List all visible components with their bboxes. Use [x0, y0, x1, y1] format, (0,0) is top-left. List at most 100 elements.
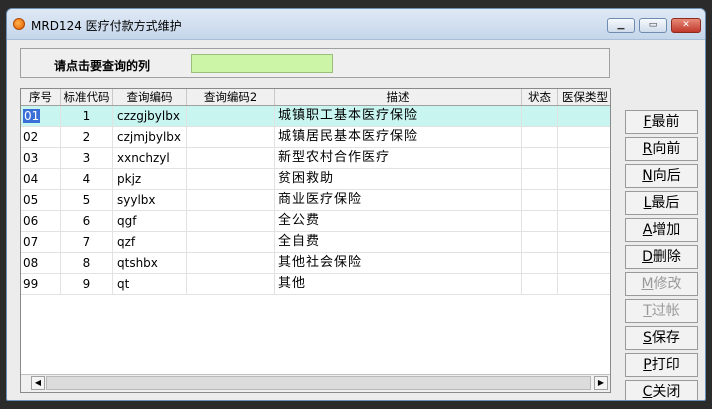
cell-query-code2[interactable]: [187, 190, 275, 210]
cell-std-code[interactable]: 2: [61, 127, 113, 147]
cell-query-code[interactable]: qzf: [113, 232, 187, 252]
cell-description[interactable]: 其他: [275, 274, 522, 294]
maximize-button[interactable]: ▭: [639, 18, 667, 33]
cell-description[interactable]: 其他社会保险: [275, 253, 522, 273]
cell-query-code[interactable]: czjmjbylbx: [113, 127, 187, 147]
cell-query-code[interactable]: qt: [113, 274, 187, 294]
cell-query-code[interactable]: qgf: [113, 211, 187, 231]
next-button[interactable]: N向后: [625, 164, 698, 188]
cell-seq[interactable]: 03: [21, 148, 61, 168]
add-button[interactable]: A增加: [625, 218, 698, 242]
cell-insurance-type[interactable]: [558, 274, 610, 294]
cell-status[interactable]: [522, 148, 558, 168]
cell-status[interactable]: [522, 232, 558, 252]
cell-seq[interactable]: 99: [21, 274, 61, 294]
save-button[interactable]: S保存: [625, 326, 698, 350]
delete-button[interactable]: D删除: [625, 245, 698, 269]
table-row[interactable]: 07 7 qzf 全自费: [21, 232, 610, 253]
cell-std-code[interactable]: 1: [61, 106, 113, 126]
cell-query-code2[interactable]: [187, 106, 275, 126]
print-button[interactable]: P打印: [625, 353, 698, 377]
table-row[interactable]: 99 9 qt 其他: [21, 274, 610, 295]
cell-query-code2[interactable]: [187, 211, 275, 231]
cell-status[interactable]: [522, 211, 558, 231]
cell-std-code[interactable]: 6: [61, 211, 113, 231]
table-row[interactable]: 01 1 czzgjbylbx 城镇职工基本医疗保险: [21, 106, 610, 127]
cell-query-code2[interactable]: [187, 169, 275, 189]
column-header-query-code2[interactable]: 查询编码2: [187, 89, 275, 105]
minimize-button[interactable]: ▁: [607, 18, 635, 33]
column-header-query-code[interactable]: 查询编码: [113, 89, 187, 105]
cell-std-code[interactable]: 9: [61, 274, 113, 294]
cell-status[interactable]: [522, 106, 558, 126]
table-row[interactable]: 02 2 czjmjbylbx 城镇居民基本医疗保险: [21, 127, 610, 148]
cell-std-code[interactable]: 4: [61, 169, 113, 189]
cell-description[interactable]: 城镇职工基本医疗保险: [275, 106, 522, 126]
scroll-thumb[interactable]: [46, 376, 591, 390]
column-header-seq[interactable]: 序号: [21, 89, 61, 105]
cell-status[interactable]: [522, 274, 558, 294]
cell-query-code2[interactable]: [187, 253, 275, 273]
modify-button[interactable]: M修改: [625, 272, 698, 296]
cell-query-code2[interactable]: [187, 127, 275, 147]
cell-insurance-type[interactable]: [558, 148, 610, 168]
table-row[interactable]: 08 8 qtshbx 其他社会保险: [21, 253, 610, 274]
cell-description[interactable]: 城镇居民基本医疗保险: [275, 127, 522, 147]
cell-std-code[interactable]: 8: [61, 253, 113, 273]
cell-query-code2[interactable]: [187, 274, 275, 294]
cell-insurance-type[interactable]: [558, 211, 610, 231]
data-grid[interactable]: 序号 标准代码 查询编码 查询编码2 描述 状态 医保类型 01 1 czzgjby…: [20, 88, 611, 393]
cell-status[interactable]: [522, 169, 558, 189]
cell-std-code[interactable]: 5: [61, 190, 113, 210]
cell-std-code[interactable]: 7: [61, 232, 113, 252]
post-button[interactable]: T过帐: [625, 299, 698, 323]
table-row[interactable]: 04 4 pkjz 贫困救助: [21, 169, 610, 190]
cell-query-code[interactable]: pkjz: [113, 169, 187, 189]
column-header-description[interactable]: 描述: [275, 89, 522, 105]
last-button[interactable]: L最后: [625, 191, 698, 215]
cell-query-code[interactable]: qtshbx: [113, 253, 187, 273]
cell-seq[interactable]: 04: [21, 169, 61, 189]
cell-description[interactable]: 商业医疗保险: [275, 190, 522, 210]
cell-insurance-type[interactable]: [558, 253, 610, 273]
cell-insurance-type[interactable]: [558, 127, 610, 147]
cell-seq[interactable]: 08: [21, 253, 61, 273]
cell-description[interactable]: 贫困救助: [275, 169, 522, 189]
cell-insurance-type[interactable]: [558, 106, 610, 126]
column-header-std-code[interactable]: 标准代码: [61, 89, 113, 105]
cell-status[interactable]: [522, 127, 558, 147]
cell-description[interactable]: 新型农村合作医疗: [275, 148, 522, 168]
cell-insurance-type[interactable]: [558, 190, 610, 210]
scroll-left-icon[interactable]: ◀: [31, 376, 45, 390]
close-window-button[interactable]: ✕: [671, 18, 701, 33]
cell-description[interactable]: 全公费: [275, 211, 522, 231]
cell-seq[interactable]: 01: [21, 106, 61, 126]
horizontal-scrollbar[interactable]: ◀ ▶: [21, 374, 610, 392]
cell-seq[interactable]: 06: [21, 211, 61, 231]
column-header-insurance-type[interactable]: 医保类型: [558, 89, 610, 105]
cell-insurance-type[interactable]: [558, 232, 610, 252]
cell-seq[interactable]: 05: [21, 190, 61, 210]
close-button[interactable]: C关闭: [625, 380, 698, 400]
cell-query-code2[interactable]: [187, 232, 275, 252]
cell-query-code[interactable]: syylbx: [113, 190, 187, 210]
cell-status[interactable]: [522, 253, 558, 273]
scroll-right-icon[interactable]: ▶: [594, 376, 608, 390]
cell-seq[interactable]: 02: [21, 127, 61, 147]
table-row[interactable]: 03 3 xxnchzyl 新型农村合作医疗: [21, 148, 610, 169]
prev-button[interactable]: R向前: [625, 137, 698, 161]
column-header-status[interactable]: 状态: [522, 89, 558, 105]
query-input[interactable]: [191, 54, 333, 73]
first-button[interactable]: F最前: [625, 110, 698, 134]
cell-query-code[interactable]: czzgjbylbx: [113, 106, 187, 126]
cell-query-code[interactable]: xxnchzyl: [113, 148, 187, 168]
cell-seq[interactable]: 07: [21, 232, 61, 252]
cell-query-code2[interactable]: [187, 148, 275, 168]
cell-insurance-type[interactable]: [558, 169, 610, 189]
table-row[interactable]: 05 5 syylbx 商业医疗保险: [21, 190, 610, 211]
table-row[interactable]: 06 6 qgf 全公费: [21, 211, 610, 232]
title-bar[interactable]: MRD124 医疗付款方式维护 ▁ ▭ ✕: [7, 9, 705, 40]
cell-std-code[interactable]: 3: [61, 148, 113, 168]
cell-description[interactable]: 全自费: [275, 232, 522, 252]
cell-status[interactable]: [522, 190, 558, 210]
